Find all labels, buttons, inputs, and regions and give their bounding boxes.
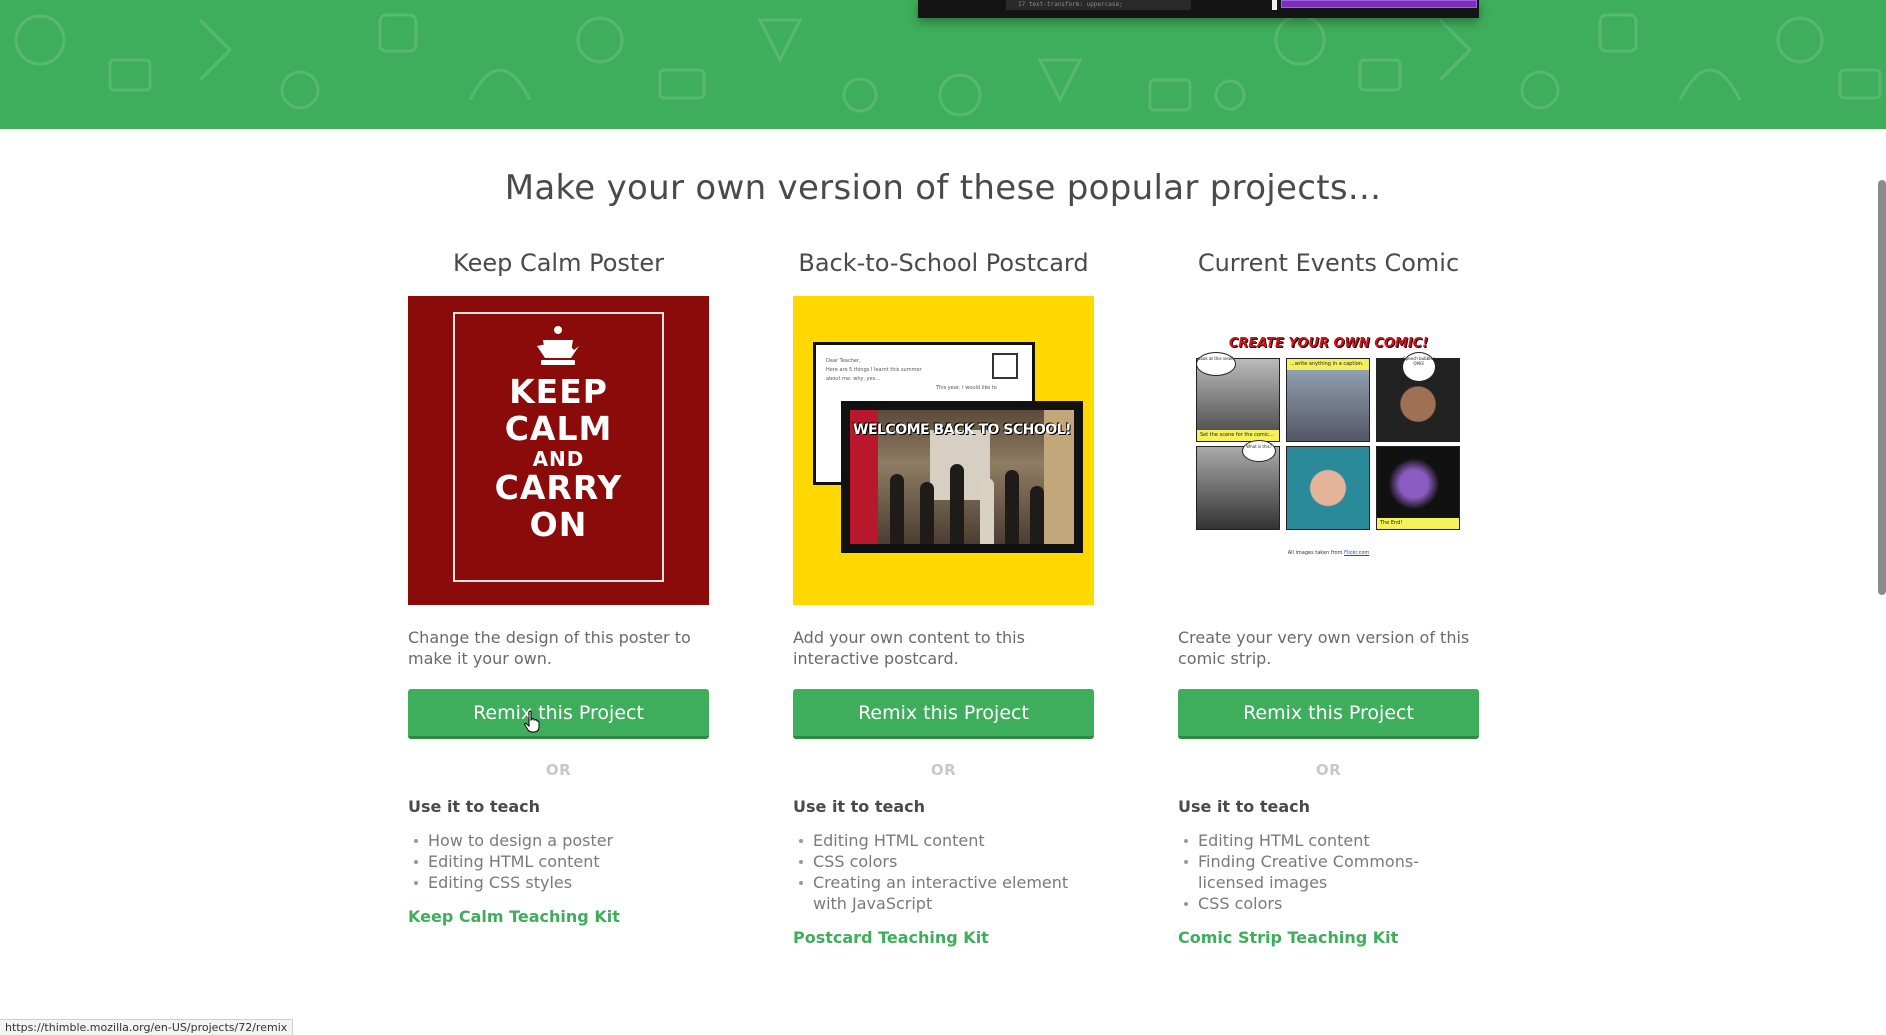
teach-item: Editing CSS styles (408, 872, 709, 893)
project-description: Create your very own version of this com… (1178, 628, 1470, 668)
teach-list: How to design a poster Editing HTML cont… (408, 830, 709, 893)
school-hallway-photo: WELCOME BACK TO SCHOOL! (850, 410, 1074, 544)
comic-caption: ...write anything in a caption. (1287, 359, 1369, 370)
or-separator: OR (1315, 761, 1342, 779)
teach-item: Editing HTML content (793, 830, 1094, 851)
hero-banner: 17 text-transform: uppercase; (0, 0, 1886, 129)
teach-item: How to design a poster (408, 830, 709, 851)
postcard-photo-title: WELCOME BACK TO SCHOOL! (853, 422, 1071, 438)
speech-bubble: What is this? (1242, 440, 1276, 462)
teach-item: CSS colors (1178, 893, 1479, 914)
remix-button-keep-calm[interactable]: Remix this Project (408, 689, 709, 739)
project-card-postcard: Back-to-School Postcard Dear Teacher, He… (793, 246, 1094, 947)
poster-line: CALM (504, 408, 613, 448)
remix-button-comic[interactable]: Remix this Project (1178, 689, 1479, 739)
teach-list: Editing HTML content Finding Creative Co… (1178, 830, 1479, 914)
page-heading: Make your own version of these popular p… (504, 168, 1382, 208)
comic-caption: Set the scene for the comic... (1197, 430, 1279, 441)
teach-item: Creating an interactive element with Jav… (793, 872, 1094, 914)
teach-item: Finding Creative Commons-licensed images (1178, 851, 1479, 893)
comic-panel: ...write anything in a caption. (1286, 358, 1370, 442)
postcard-text: Dear Teacher, Here are 5 things I learnt… (826, 357, 997, 393)
teach-item: Editing HTML content (1178, 830, 1479, 851)
page-scrollbar[interactable] (1878, 180, 1886, 595)
postcard-line: about me: why, yes... (826, 376, 881, 382)
pane-divider (1272, 0, 1277, 10)
teach-list: Editing HTML content CSS colors Creating… (793, 830, 1094, 914)
comic-panel: The End! (1376, 446, 1460, 530)
speech-bubble: Look at this view! (1196, 352, 1236, 376)
comic-credit: All images taken from Flickr.com (1178, 550, 1479, 556)
crown-icon (537, 326, 579, 365)
project-title: Keep Calm Poster (453, 249, 664, 277)
teach-item: Editing HTML content (408, 851, 709, 872)
comic-strip-teaching-kit-link[interactable]: Comic Strip Teaching Kit (1178, 928, 1398, 947)
comic-title: CREATE YOUR OWN COMIC! (1228, 336, 1429, 351)
hand-cursor-icon (524, 711, 540, 733)
or-separator: OR (930, 761, 957, 779)
page: 17 text-transform: uppercase; Make your … (0, 0, 1886, 1035)
postcard-photo-card: WELCOME BACK TO SCHOOL! (841, 401, 1083, 553)
postcard-line: This year, I would like to (936, 385, 997, 391)
editor-screenshot: 17 text-transform: uppercase; (918, 0, 1479, 18)
doodle-pattern (14, 13, 1882, 117)
project-title: Back-to-School Postcard (798, 249, 1089, 277)
teach-heading: Use it to teach (1178, 797, 1311, 816)
remix-button-postcard[interactable]: Remix this Project (793, 689, 1094, 739)
project-card-comic: Current Events Comic CREATE YOUR OWN COM… (1178, 246, 1479, 947)
poster-line: CARRY (494, 468, 623, 508)
project-title: Current Events Comic (1197, 249, 1460, 277)
preview-pane (1281, 0, 1477, 8)
poster-line: AND (532, 446, 585, 471)
comic-thumbnail[interactable]: CREATE YOUR OWN COMIC! Set the scene for… (1178, 296, 1479, 605)
postcard-line: Here are 5 things I learnt this summer (826, 367, 922, 373)
project-description: Add your own content to this interactive… (793, 628, 1025, 668)
poster-frame: KEEP CALM AND CARRY ON (453, 312, 664, 582)
comic-caption: The End! (1377, 518, 1459, 529)
comic-grid: Set the scene for the comic... ...write … (1196, 352, 1460, 530)
poster-line: ON (529, 505, 588, 545)
credit-text: All images taken from (1287, 550, 1343, 556)
poster-slogan: KEEP CALM AND CARRY ON (455, 372, 662, 545)
postcard-thumbnail[interactable]: Dear Teacher, Here are 5 things I learnt… (793, 296, 1094, 605)
code-line: 17 text-transform: uppercase; (1018, 1, 1123, 8)
postcard-line: Dear Teacher, (826, 358, 861, 364)
keep-calm-thumbnail[interactable]: KEEP CALM AND CARRY ON (408, 296, 709, 605)
comic-panel (1286, 446, 1370, 530)
postcard-teaching-kit-link[interactable]: Postcard Teaching Kit (793, 928, 989, 947)
status-bar-url: https://thimble.mozilla.org/en-US/projec… (0, 1019, 294, 1035)
teach-heading: Use it to teach (408, 797, 541, 816)
teach-item: CSS colors (793, 851, 1094, 872)
project-card-keep-calm: Keep Calm Poster KEEP CALM AND CARRY ON … (408, 246, 709, 926)
speech-bubble: Speech bubbles OMG! (1402, 352, 1436, 382)
poster-line: KEEP (509, 372, 608, 411)
project-description: Change the design of this poster to make… (408, 628, 691, 668)
credit-link: Flickr.com (1344, 550, 1370, 556)
or-separator: OR (545, 761, 572, 779)
keep-calm-teaching-kit-link[interactable]: Keep Calm Teaching Kit (408, 907, 620, 926)
teach-heading: Use it to teach (793, 797, 926, 816)
